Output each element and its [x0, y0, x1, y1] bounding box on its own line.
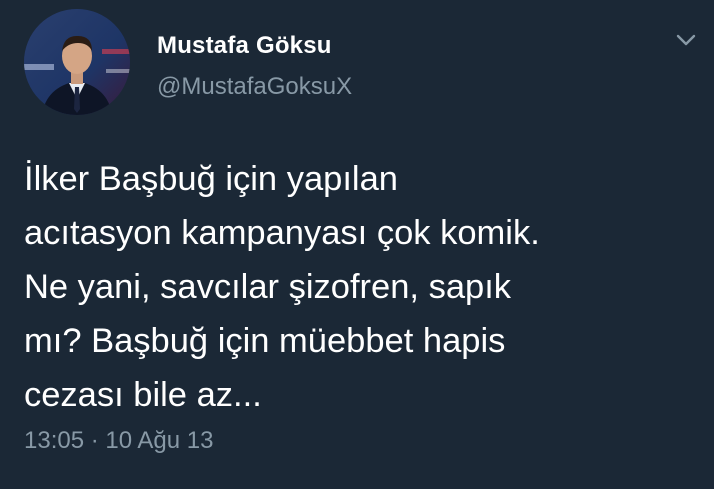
tweet-text: İlker Başbuğ için yapılan acıtasyon kamp…	[24, 152, 699, 422]
profile-photo-icon	[24, 9, 130, 115]
tweet-text-line: Ne yani, savcılar şizofren, sapık	[24, 268, 512, 306]
user-handle[interactable]: @MustafaGoksuX	[157, 73, 352, 101]
tweet-text-line: İlker Başbuğ için yapılan	[24, 160, 398, 198]
tweet-card: Mustafa Göksu @MustafaGoksuX İlker Başbu…	[0, 0, 714, 489]
tweet-text-line: acıtasyon kampanyası çok komik.	[24, 214, 540, 252]
tweet-timestamp[interactable]: 13:05 · 10 Ağu 13	[24, 427, 214, 455]
tweet-text-line: cezası bile az...	[24, 376, 262, 414]
tweet-text-line: mı? Başbuğ için müebbet hapis	[24, 322, 506, 360]
chevron-down-icon[interactable]	[672, 26, 700, 54]
avatar[interactable]	[24, 9, 130, 115]
display-name[interactable]: Mustafa Göksu	[157, 32, 332, 60]
